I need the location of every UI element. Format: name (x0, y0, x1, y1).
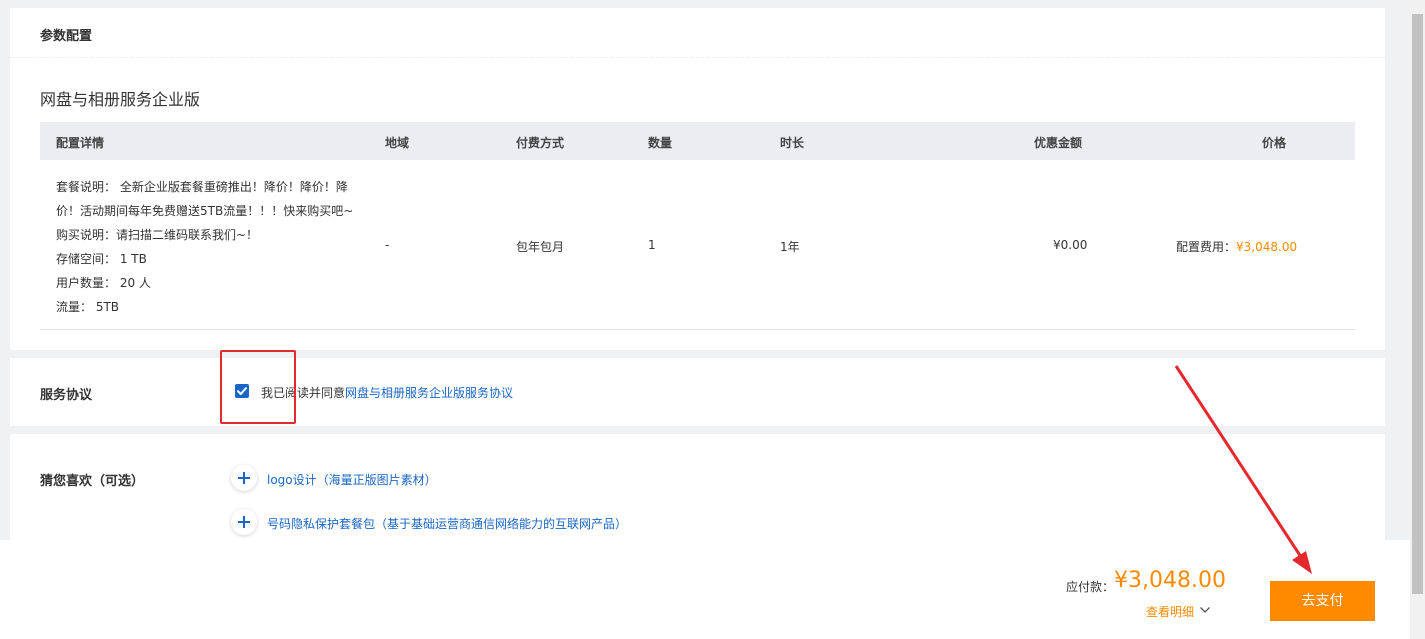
config-section-title: 参数配置 (40, 29, 93, 44)
scrollbar-thumb[interactable] (1412, 14, 1423, 594)
detail-line: 购买说明：请扫描二维码联系我们~！ (56, 228, 259, 242)
col-header-price: 价格 (1262, 136, 1287, 150)
col-header-quantity: 数量 (648, 136, 673, 150)
recommend-section-title: 猜您喜欢（可选） (40, 474, 145, 489)
price-value: ¥3,048.00 (1236, 240, 1298, 254)
agreement-link[interactable]: 网盘与相册服务企业版服务协议 (345, 386, 513, 400)
add-number-privacy-button[interactable] (231, 509, 257, 535)
discount-value: ¥0.00 (1053, 238, 1088, 252)
config-details: 套餐说明： 全新企业版套餐重磅推出！降价！降价！降 价！活动期间每年免费赠送5T… (56, 175, 356, 319)
col-header-discount: 优惠金额 (1034, 136, 1083, 150)
quantity-value: 1 (648, 238, 656, 252)
col-header-payment: 付费方式 (516, 136, 565, 150)
detail-line: 套餐说明： 全新企业版套餐重磅推出！降价！降价！降 (56, 180, 348, 194)
detail-line: 价！活动期间每年免费赠送5TB流量！！！快来购买吧~ (56, 204, 354, 218)
col-header-duration: 时长 (780, 136, 805, 150)
payment-method-value: 包年包月 (516, 240, 565, 254)
pay-label: 应付款： (1066, 580, 1115, 594)
detail-line: 存储空间： 1 TB (56, 252, 147, 266)
agreement-card: 服务协议 我已阅读并同意网盘与相册服务企业版服务协议 (10, 358, 1385, 426)
detail-line: 用户数量： 20 人 (56, 276, 151, 290)
annotation-highlight-box (220, 350, 296, 424)
price-label: 配置费用： (1176, 240, 1237, 254)
add-logo-design-button[interactable] (231, 465, 257, 491)
pay-amount: ¥3,048.00 (1114, 568, 1226, 593)
col-header-details: 配置详情 (56, 136, 105, 150)
duration-value: 1年 (780, 240, 800, 254)
detail-line: 流量： 5TB (56, 300, 120, 314)
price-cell: 配置费用：¥3,048.00 (1176, 238, 1297, 255)
view-details-link[interactable]: 查看明细 (1146, 603, 1194, 620)
agreement-section-title: 服务协议 (40, 388, 93, 403)
recommend-card: 猜您喜欢（可选） logo设计（海量正版图片素材） 号码隐私保护套餐包（基于基础… (10, 434, 1385, 554)
product-name: 网盘与相册服务企业版 (40, 90, 201, 109)
agree-text: 我已阅读并同意网盘与相册服务企业版服务协议 (261, 384, 513, 401)
table-header: 配置详情 地域 付费方式 数量 时长 优惠金额 价格 (40, 122, 1355, 160)
chevron-down-icon[interactable] (1199, 604, 1211, 616)
pay-button[interactable]: 去支付 (1270, 581, 1375, 621)
addon-number-privacy[interactable]: 号码隐私保护套餐包（基于基础运营商通信网络能力的互联网产品） (267, 515, 627, 532)
config-card: 参数配置 网盘与相册服务企业版 配置详情 地域 付费方式 数量 时长 优惠金额 … (10, 8, 1385, 350)
region-value: - (385, 238, 390, 252)
addon-logo-design[interactable]: logo设计（海量正版图片素材） (267, 471, 437, 488)
section-divider (10, 57, 1385, 58)
row-divider (40, 329, 1355, 330)
col-header-region: 地域 (385, 136, 410, 150)
